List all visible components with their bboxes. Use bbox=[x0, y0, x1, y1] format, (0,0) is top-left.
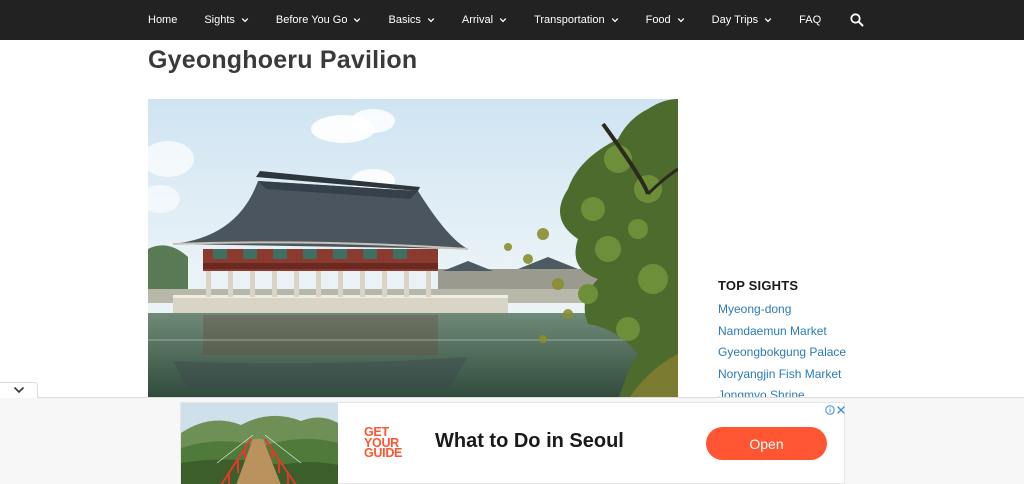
search-icon[interactable] bbox=[849, 12, 865, 28]
nav-item-arrival[interactable]: Arrival bbox=[462, 0, 507, 40]
sidebar-heading: TOP SIGHTS bbox=[718, 278, 799, 293]
nav-item-transportation[interactable]: Transportation bbox=[534, 0, 619, 40]
nav-item-food[interactable]: Food bbox=[646, 0, 685, 40]
close-icon[interactable] bbox=[836, 405, 846, 415]
nav-item-basics[interactable]: Basics bbox=[388, 0, 435, 40]
chevron-down-icon bbox=[677, 18, 684, 23]
nav-item-before-you-go[interactable]: Before You Go bbox=[276, 0, 362, 40]
chevron-down-icon bbox=[499, 18, 507, 23]
getyourguide-logo: GET YOUR GUIDE bbox=[364, 426, 408, 460]
nav-item-home[interactable]: Home bbox=[148, 0, 177, 40]
nav-item-label: Transportation bbox=[534, 14, 605, 26]
nav-item-label: Before You Go bbox=[275, 14, 348, 26]
nav-item-label: Arrival bbox=[461, 14, 494, 26]
logo-line-3: GUIDE bbox=[364, 446, 403, 460]
ad-image-suspension-bridge bbox=[181, 403, 338, 484]
nav-item-day-trips[interactable]: Day Trips bbox=[712, 0, 772, 40]
sidebar-links: Myeong-dong Namdaemun Market Gyeongbokgung… bbox=[718, 299, 918, 407]
sidebar-link-gyeongbokgung-palace[interactable]: Gyeongbokgung Palace bbox=[718, 342, 918, 364]
collapse-ad-button[interactable] bbox=[0, 382, 38, 398]
ad-open-button[interactable]: Open bbox=[706, 427, 827, 460]
page-title: Gyeonghoeru Pavilion bbox=[148, 46, 418, 74]
nav-item-sights[interactable]: Sights bbox=[204, 0, 249, 40]
chevron-down-icon bbox=[611, 18, 618, 23]
chevron-down-icon bbox=[241, 18, 249, 23]
nav-item-label: FAQ bbox=[799, 14, 822, 26]
nav-item-label: Basics bbox=[388, 14, 421, 26]
sidebar-link-namdaemun-market[interactable]: Namdaemun Market bbox=[718, 321, 918, 343]
nav-item-label: Home bbox=[148, 14, 178, 26]
sidebar-link-myeong-dong[interactable]: Myeong-dong bbox=[718, 299, 918, 321]
chevron-down-icon bbox=[354, 18, 361, 23]
nav-item-label: Sights bbox=[204, 14, 235, 26]
top-sights-sidebar: TOP SIGHTS Myeong-dong Namdaemun Market Gy… bbox=[718, 278, 918, 407]
top-navigation: Home Sights Before You Go Basics Arrival Tran… bbox=[0, 0, 1024, 40]
ad-headline: What to Do in Seoul bbox=[435, 430, 624, 452]
nav-item-label: Food bbox=[645, 14, 671, 26]
ad-divider bbox=[0, 397, 1024, 398]
nav-item-label: Day Trips bbox=[711, 14, 759, 26]
nav-menu: Home Sights Before You Go Basics Arrival Tran… bbox=[148, 0, 821, 40]
nav-item-faq[interactable]: FAQ bbox=[799, 0, 821, 40]
gyeonghoeru-pavilion-photo bbox=[148, 99, 678, 400]
ad-banner[interactable]: GET YOUR GUIDE What to Do in Seoul Open bbox=[180, 402, 845, 484]
sidebar-link-noryangjin-fish-market[interactable]: Noryangjin Fish Market bbox=[718, 364, 918, 386]
info-icon[interactable] bbox=[825, 405, 835, 415]
chevron-down-icon bbox=[764, 18, 772, 23]
chevron-down-icon bbox=[13, 387, 24, 394]
chevron-down-icon bbox=[427, 18, 435, 23]
